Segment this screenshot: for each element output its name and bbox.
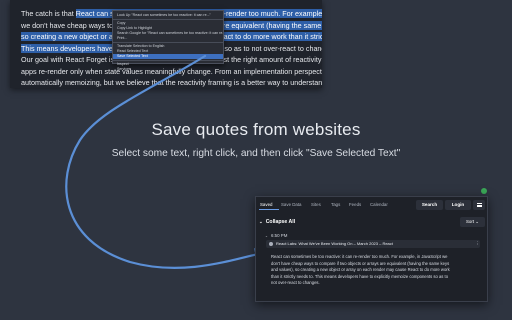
article-line: automatically memoizing, but we believe … [21, 78, 322, 88]
tab-bar: Saved Save Data Sites Tags Feeds Calenda… [256, 197, 487, 213]
article-screenshot: The catch is that React can sometimes be… [10, 0, 322, 88]
sort-dropdown[interactable]: Sort ⌄ [460, 217, 485, 227]
page-heading: Save quotes from websites [151, 120, 361, 139]
menu-item-look-up[interactable]: Look Up "React can sometimes be too reac… [113, 13, 223, 18]
quote-line: not over-react to changes. [271, 280, 320, 286]
quote-line: than it strictly needs to. This means de… [271, 273, 449, 279]
collapse-all-toggle[interactable]: ⌄ Collapse All [259, 219, 295, 225]
tab-saved[interactable]: Saved [260, 202, 272, 207]
active-tab-indicator [259, 209, 279, 210]
page-subheading: Select some text, right click, and then … [111, 148, 401, 159]
quote-title-text: React Labs: What We've Been Working On –… [276, 241, 393, 246]
quote-source-title[interactable]: React Labs: What We've Been Working On –… [266, 240, 480, 248]
sort-label: Sort [466, 219, 475, 224]
hamburger-icon [476, 203, 482, 207]
menu-item-search-google[interactable]: Search Google for "React can sometimes b… [113, 31, 223, 36]
context-menu: Look Up "React can sometimes be too reac… [112, 10, 224, 71]
tab-feeds[interactable]: Feeds [349, 202, 361, 207]
time-label: 6:50 PM [271, 233, 288, 238]
tab-calendar[interactable]: Calendar [370, 202, 388, 207]
tab-tags[interactable]: Tags [331, 202, 340, 207]
quote-line: and values), so creating a new object or… [271, 267, 450, 273]
chevron-down-icon: ⌄ [265, 234, 269, 238]
quote-line: React can sometimes be too reactive: it … [271, 254, 448, 259]
menu-button[interactable] [473, 200, 485, 210]
status-dot-icon [481, 188, 487, 194]
search-button[interactable]: Search [416, 200, 443, 210]
menu-separator [113, 42, 223, 43]
menu-item-services[interactable]: Services [113, 67, 223, 72]
favicon-icon [269, 242, 273, 246]
collapse-all-label: Collapse All [265, 219, 296, 225]
extension-panel: Saved Save Data Sites Tags Feeds Calenda… [255, 196, 488, 302]
chevron-down-icon: ⌄ [475, 219, 479, 224]
login-button[interactable]: Login [445, 200, 471, 210]
quote-line: don't have cheap ways to compare if two … [271, 260, 450, 266]
tab-sites[interactable]: Sites [311, 202, 321, 207]
more-options-icon[interactable]: ⋮ [475, 240, 479, 248]
menu-separator [113, 19, 223, 20]
quote-text: React can sometimes be too reactive: it … [271, 254, 479, 287]
menu-item-print[interactable]: Print... [113, 36, 223, 41]
menu-separator [113, 60, 223, 61]
menu-item-save-selected-text[interactable]: Save Selected Text [113, 54, 223, 59]
tab-save-data[interactable]: Save Data [281, 202, 302, 207]
time-group-toggle[interactable]: ⌄ 6:50 PM [265, 233, 287, 238]
chevron-down-icon: ⌄ [259, 219, 263, 224]
